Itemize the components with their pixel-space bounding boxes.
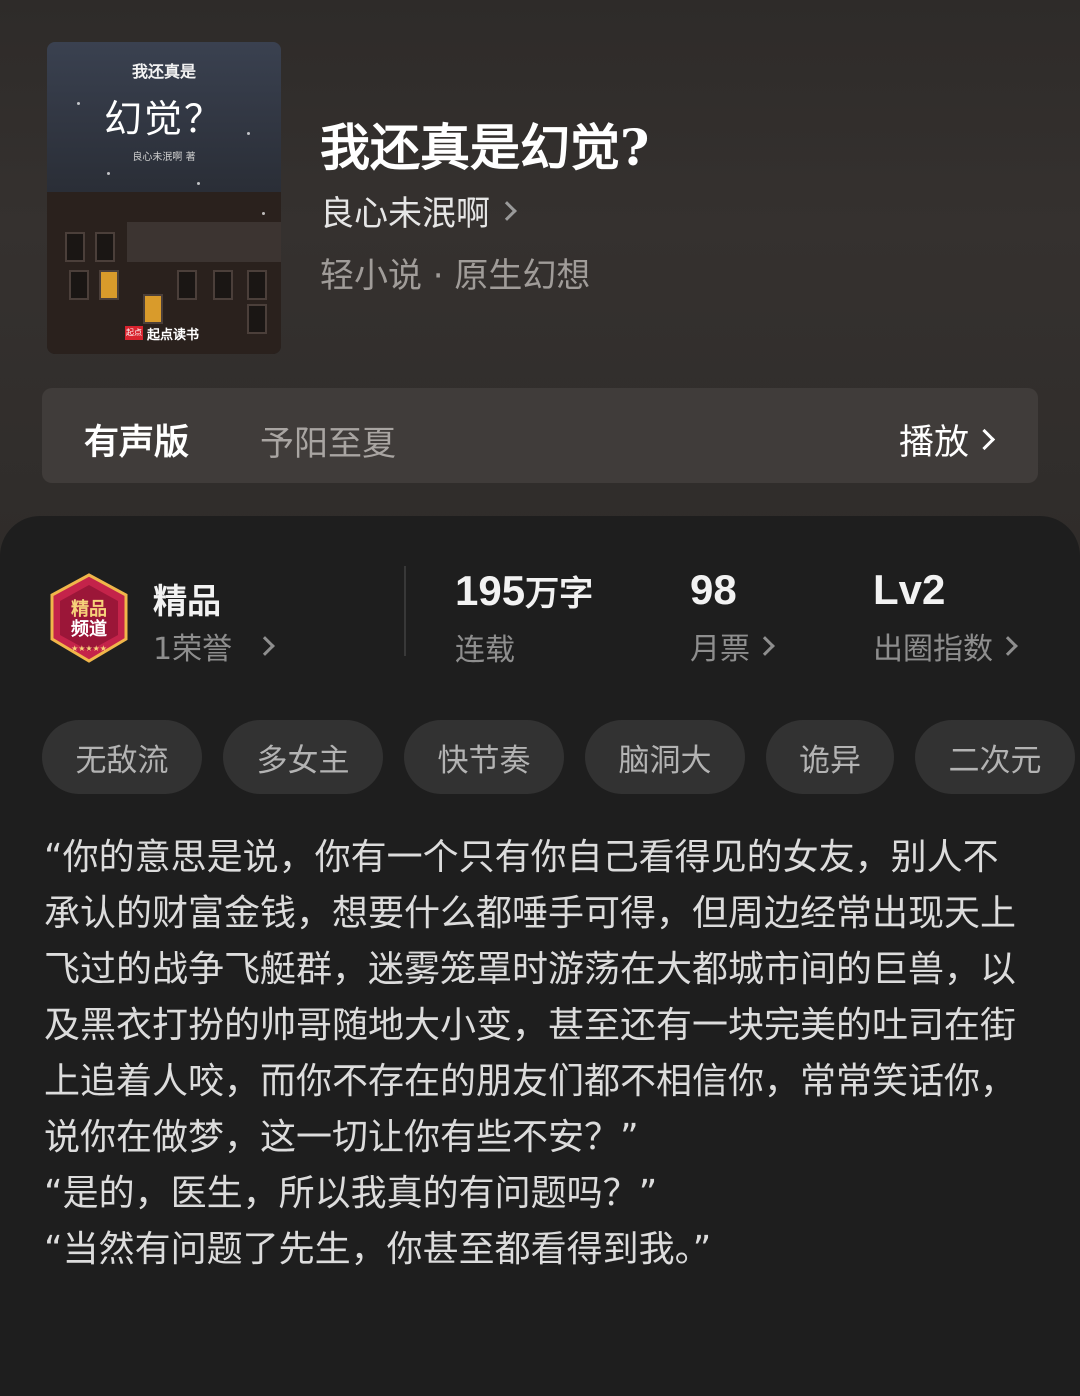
synopsis-paragraph: “是的，医生，所以我真的有问题吗？”	[44, 1173, 658, 1214]
cover-author: 良心未泯啊 著	[132, 152, 196, 163]
tag-list: 无敌流 多女主 快节奏 脑洞大 诡异 二次元	[42, 720, 1080, 794]
word-count-value: 195	[455, 567, 526, 614]
svg-text:精品: 精品	[71, 598, 107, 620]
jingpin-channel-badge-icon[interactable]: 精品 频道 ★★★★★	[46, 573, 132, 663]
svg-text:★★★★★: ★★★★★	[71, 644, 107, 653]
cover-window	[247, 270, 267, 300]
word-count-unit: 万字	[525, 575, 594, 613]
cover-window	[65, 232, 85, 262]
stats-divider	[404, 566, 406, 656]
chevron-right-icon	[755, 636, 775, 656]
snow-particle	[262, 212, 265, 215]
tag-chip[interactable]: 无敌流	[42, 720, 202, 794]
chevron-right-icon	[973, 428, 996, 451]
tag-chip[interactable]: 多女主	[223, 720, 383, 794]
cover-window	[213, 270, 233, 300]
popularity-index-label: 出圈指数	[873, 632, 993, 667]
cover-title-small: 我还真是	[131, 62, 196, 81]
audio-label: 有声版	[84, 423, 190, 463]
cover-window	[247, 304, 267, 334]
author-link[interactable]: 良心未泯啊	[320, 186, 517, 235]
cover-window	[177, 270, 197, 300]
cover-window	[95, 232, 115, 262]
chevron-right-icon	[497, 200, 517, 221]
cover-window	[69, 270, 89, 300]
cover-window	[99, 270, 119, 300]
tag-chip[interactable]: 二次元	[915, 720, 1075, 794]
cover-roof-illustration	[127, 222, 281, 262]
cover-brand-badge: 起点	[125, 326, 143, 340]
snow-particle	[77, 102, 80, 105]
word-count-stat: 195万字 连载	[455, 566, 593, 669]
popularity-index-stat[interactable]: Lv2 出圈指数	[873, 566, 1018, 668]
popularity-index-value: Lv2	[873, 566, 946, 613]
play-button[interactable]: 播放	[898, 414, 996, 465]
snow-particle	[197, 182, 200, 185]
chevron-right-icon	[255, 636, 275, 656]
book-genre: 轻小说 · 原生幻想	[320, 256, 591, 296]
play-label: 播放	[898, 423, 969, 463]
chevron-right-icon	[998, 636, 1018, 656]
svg-text:频道: 频道	[71, 618, 107, 640]
snow-particle	[247, 132, 250, 135]
quality-title: 精品	[153, 582, 221, 622]
book-synopsis[interactable]: “你的意思是说，你有一个只有你自己看得见的女友，别人不承认的财富金钱，想要什么都…	[44, 830, 1034, 1278]
cover-window	[143, 294, 163, 324]
tag-chip[interactable]: 诡异	[766, 720, 894, 794]
author-name: 良心未泯啊	[320, 194, 490, 234]
book-title: 我还真是幻觉?	[320, 118, 650, 177]
cover-title-big: 幻觉？	[103, 97, 224, 141]
snow-particle	[107, 172, 110, 175]
monthly-ticket-value: 98	[690, 566, 737, 613]
tag-chip[interactable]: 脑洞大	[585, 720, 745, 794]
audio-version-bar[interactable]: 有声版 予阳至夏 播放	[42, 388, 1038, 483]
book-cover[interactable]: 我还真是 幻觉？ 良心未泯啊 著 起点 起点读书	[47, 42, 281, 354]
audio-narrator: 予阳至夏	[260, 424, 396, 464]
synopsis-paragraph: “你的意思是说，你有一个只有你自己看得见的女友，别人不承认的财富金钱，想要什么都…	[44, 837, 1017, 1158]
cover-brand: 起点读书	[147, 328, 200, 343]
serial-status: 连载	[455, 633, 515, 668]
honor-link[interactable]: 1荣誉	[153, 624, 275, 668]
tag-chip[interactable]: 快节奏	[404, 720, 564, 794]
synopsis-paragraph: “当然有问题了先生，你甚至都看得到我。”	[44, 1229, 712, 1270]
honor-count: 1荣誉	[153, 632, 233, 667]
monthly-ticket-stat[interactable]: 98 月票	[690, 566, 775, 668]
monthly-ticket-label: 月票	[690, 632, 750, 667]
